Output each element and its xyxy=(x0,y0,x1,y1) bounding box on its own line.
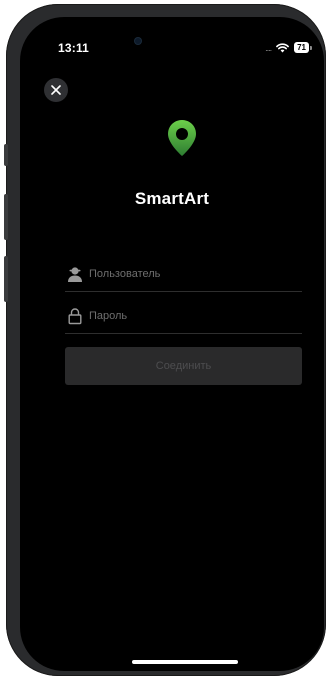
battery-level: 71 xyxy=(294,42,309,53)
home-indicator[interactable] xyxy=(132,660,238,664)
user-icon xyxy=(68,267,82,282)
signal-icon: .... xyxy=(265,42,272,53)
status-indicators: .... 71 xyxy=(265,42,312,53)
status-time: 13:11 xyxy=(58,41,90,55)
close-button[interactable] xyxy=(44,78,68,102)
volume-up-button xyxy=(4,194,8,240)
volume-down-button xyxy=(4,256,8,302)
wifi-icon xyxy=(276,42,289,52)
battery-icon: 71 xyxy=(294,42,312,53)
close-icon xyxy=(51,85,61,95)
username-field-wrapper xyxy=(65,257,302,292)
action-button xyxy=(4,144,8,166)
password-input[interactable] xyxy=(89,305,294,327)
map-pin-icon xyxy=(168,120,196,156)
connect-button[interactable]: Соединить xyxy=(65,347,302,385)
screen: 13:11 .... 71 SmartArt Пользователь Соед… xyxy=(20,17,324,671)
lock-icon xyxy=(68,308,82,325)
password-field-wrapper xyxy=(65,299,302,334)
username-input[interactable] xyxy=(89,263,294,285)
status-bar: 13:11 .... 71 xyxy=(20,17,324,61)
app-title: SmartArt xyxy=(134,189,210,208)
phone-frame: 13:11 .... 71 SmartArt Пользователь Соед… xyxy=(4,4,326,676)
front-camera xyxy=(135,38,141,44)
